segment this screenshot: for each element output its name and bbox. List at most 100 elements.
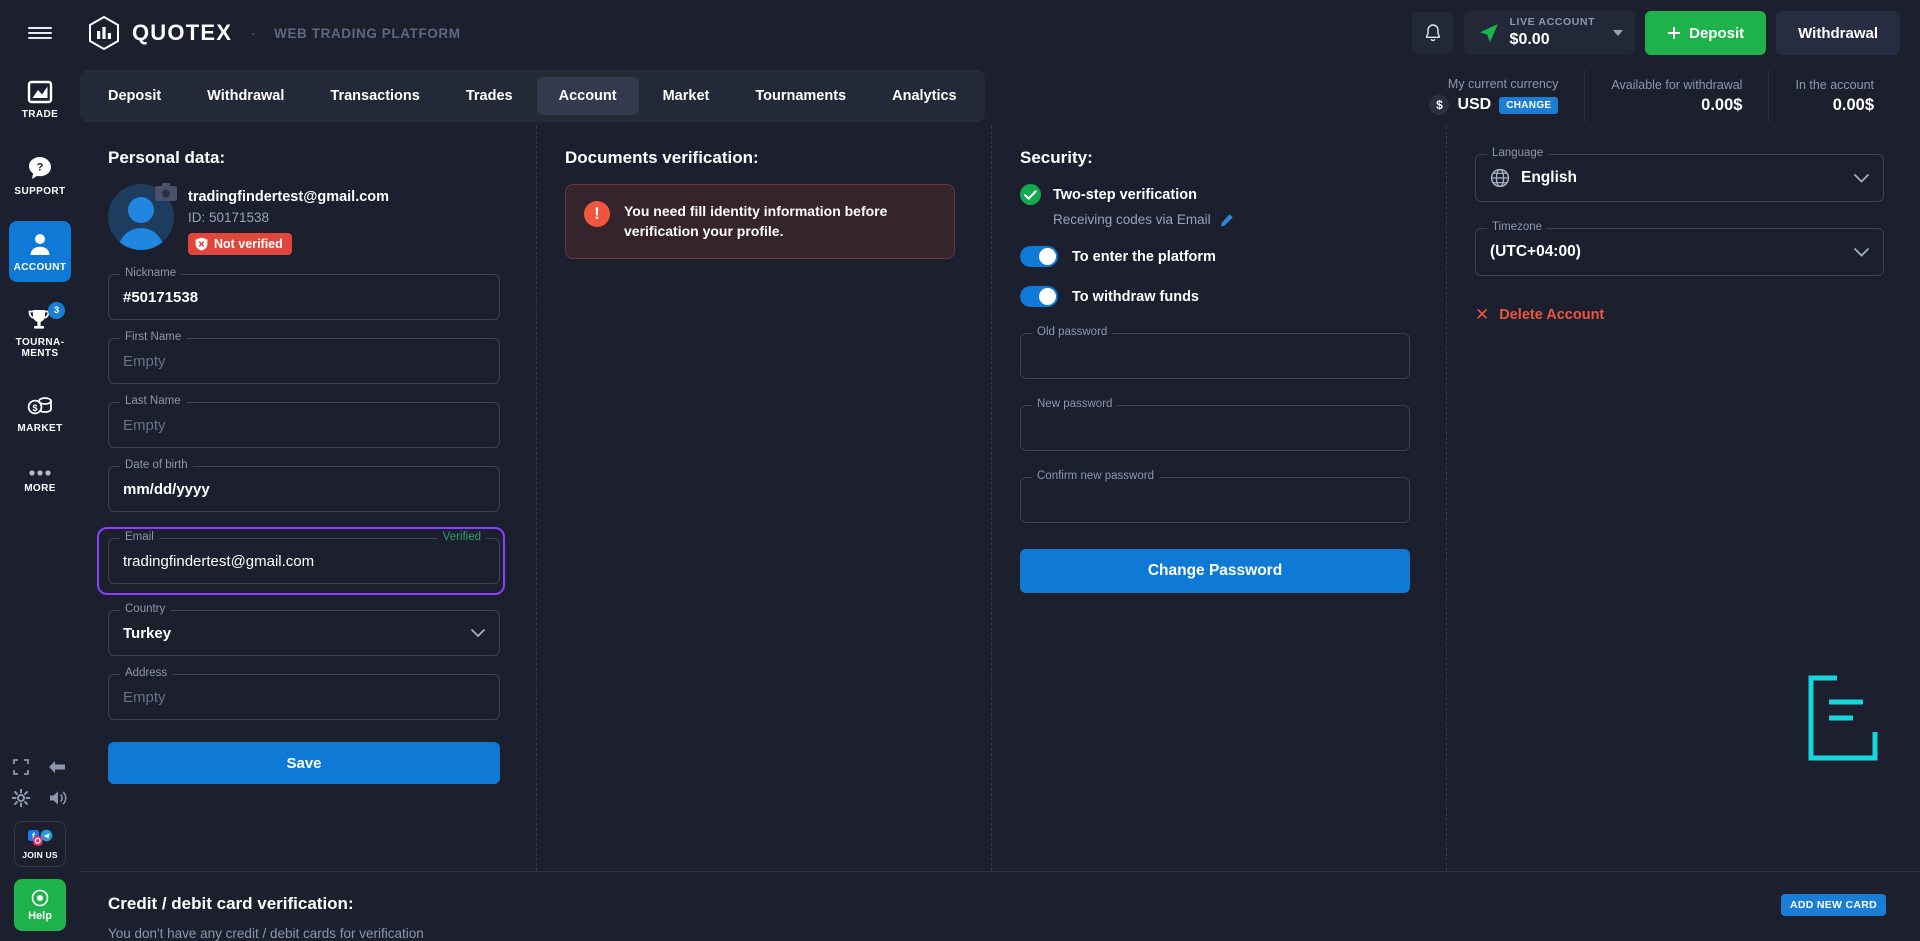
card-verification-section: Credit / debit card verification: You do…: [80, 871, 1920, 941]
toggle-withdraw-funds[interactable]: [1020, 286, 1058, 307]
tab-withdrawal[interactable]: Withdrawal: [185, 77, 306, 115]
card-verification-title: Credit / debit card verification:: [108, 894, 354, 913]
field-new-password[interactable]: New password: [1020, 398, 1410, 451]
security-panel: Security: Two-step verification Receivin…: [991, 126, 1446, 871]
add-new-card-button[interactable]: ADD NEW CARD: [1780, 894, 1886, 916]
field-nickname[interactable]: #50171538 Nickname: [108, 267, 500, 320]
sidebar-item-label: TRADE: [21, 109, 59, 120]
help-button[interactable]: Help: [14, 879, 66, 931]
account-balance: $0.00: [1509, 30, 1550, 48]
join-us-button[interactable]: f JOIN US: [14, 821, 66, 867]
tab-deposit[interactable]: Deposit: [86, 77, 183, 115]
field-old-password[interactable]: Old password: [1020, 326, 1410, 379]
alert-text: You need fill identity information befor…: [624, 203, 888, 240]
avatar-row: tradingfindertest@gmail.com ID: 50171538…: [108, 183, 500, 256]
tab-account[interactable]: Account: [536, 77, 639, 115]
menu-toggle-button[interactable]: [0, 24, 80, 42]
sidebar-item-more[interactable]: MORE: [9, 458, 71, 503]
language-legend: Language: [1487, 147, 1549, 159]
documents-title: Documents verification:: [565, 148, 759, 167]
new-password-legend: New password: [1032, 398, 1118, 410]
save-button[interactable]: Save: [108, 742, 500, 784]
withdrawal-button[interactable]: Withdrawal: [1776, 11, 1900, 55]
arrow-left-icon[interactable]: [47, 759, 67, 775]
join-us-label: JOIN US: [22, 850, 58, 860]
timezone-legend: Timezone: [1487, 221, 1548, 233]
field-email[interactable]: tradingfindertest@gmail.com Email Verifi…: [97, 527, 505, 595]
svg-text:$: $: [32, 403, 37, 413]
sidebar-item-support[interactable]: ? SUPPORT: [9, 145, 71, 206]
tab-market[interactable]: Market: [641, 77, 732, 115]
verification-alert: ! You need fill identity information bef…: [565, 184, 955, 259]
delete-account-button[interactable]: ✕ Delete Account: [1475, 306, 1604, 323]
help-dot-icon: [31, 889, 49, 906]
tabs-row: Deposit Withdrawal Transactions Trades A…: [80, 66, 1920, 126]
deposit-label: Deposit: [1689, 24, 1745, 42]
speaker-icon[interactable]: [48, 789, 68, 807]
camera-icon[interactable]: [154, 182, 178, 202]
change-password-button[interactable]: Change Password: [1020, 549, 1410, 593]
two-step-sub-label: Receiving codes via Email: [1053, 212, 1211, 227]
body: TRADE ? SUPPORT ACCOUNT 3 TOURNA- MENTS …: [0, 66, 1920, 941]
avatar-wrap: [108, 183, 177, 250]
sidebar-util-row-2: [12, 789, 68, 807]
fullscreen-icon[interactable]: [13, 759, 29, 775]
first-name-legend: First Name: [120, 331, 187, 343]
timezone-select[interactable]: (UTC+04:00) Timezone: [1475, 221, 1884, 276]
two-step-sub-row: Receiving codes via Email: [1053, 212, 1410, 227]
email-legend: Email: [120, 531, 159, 543]
tab-analytics[interactable]: Analytics: [870, 77, 978, 115]
chart-image-icon: [27, 80, 53, 104]
last-name-legend: Last Name: [120, 395, 186, 407]
field-country[interactable]: Turkey Country: [108, 603, 500, 656]
brand-name: QUOTEX: [132, 20, 233, 45]
field-last-name[interactable]: Empty Last Name: [108, 395, 500, 448]
account-meta: tradingfindertest@gmail.com ID: 50171538…: [188, 184, 389, 256]
deposit-button[interactable]: Deposit: [1645, 11, 1767, 55]
sidebar-util-row-1: [13, 759, 67, 775]
field-address[interactable]: Empty Address: [108, 667, 500, 720]
language-select[interactable]: English Language: [1475, 147, 1884, 202]
gear-icon[interactable]: [12, 789, 30, 807]
ellipsis-icon: [29, 470, 51, 476]
sidebar-item-label: MARKET: [17, 422, 63, 434]
sidebar-item-tournaments[interactable]: 3 TOURNA- MENTS: [9, 298, 71, 368]
notifications-button[interactable]: [1411, 12, 1454, 54]
account-selector[interactable]: LIVE ACCOUNT $0.00: [1463, 11, 1636, 55]
quotex-logo-icon: [89, 16, 119, 50]
toggle-row-withdraw-funds: To withdraw funds: [1020, 286, 1410, 307]
pencil-icon[interactable]: [1220, 213, 1234, 227]
app-root: QUOTEX · WEB TRADING PLATFORM LIVE ACCOU…: [0, 0, 1920, 941]
field-date-of-birth[interactable]: mm/dd/yyyy Date of birth: [108, 459, 500, 512]
two-step-row: Two-step verification: [1020, 184, 1410, 205]
currency-row: $ USD CHANGE: [1429, 95, 1559, 115]
watermark-logo: [1808, 675, 1878, 761]
sidebar-item-market[interactable]: $ MARKET: [9, 384, 71, 443]
change-currency-button[interactable]: CHANGE: [1499, 96, 1559, 114]
chevron-down-icon: [471, 629, 485, 637]
sidebar-item-label: MORE: [24, 483, 56, 494]
toggle-enter-platform-label: To enter the platform: [1072, 248, 1216, 265]
field-first-name[interactable]: Empty First Name: [108, 331, 500, 384]
status-badge-not-verified: Not verified: [188, 233, 292, 255]
currency-symbol: $: [1429, 95, 1450, 115]
country-legend: Country: [120, 603, 171, 615]
documents-verification-panel: Documents verification: ! You need fill …: [536, 126, 991, 871]
old-password-legend: Old password: [1032, 326, 1113, 338]
sidebar-item-label: TOURNA- MENTS: [15, 336, 65, 360]
not-verified-label: Not verified: [214, 237, 283, 251]
sidebar-item-account[interactable]: ACCOUNT: [9, 221, 71, 282]
tab-trades[interactable]: Trades: [444, 77, 535, 115]
tab-tournaments[interactable]: Tournaments: [733, 77, 868, 115]
sidebar-item-trade[interactable]: TRADE: [9, 70, 71, 129]
user-icon: [30, 234, 50, 255]
brand-separator: ·: [250, 22, 257, 43]
toggle-enter-platform[interactable]: [1020, 246, 1058, 267]
field-confirm-new-password[interactable]: Confirm new password: [1020, 470, 1410, 523]
brand[interactable]: QUOTEX · WEB TRADING PLATFORM: [88, 16, 461, 50]
help-label: Help: [28, 909, 52, 922]
question-bubble-icon: ?: [29, 156, 51, 179]
tab-transactions[interactable]: Transactions: [308, 77, 441, 115]
timezone-value: (UTC+04:00): [1490, 243, 1581, 260]
account-id: ID: 50171538: [188, 210, 270, 225]
